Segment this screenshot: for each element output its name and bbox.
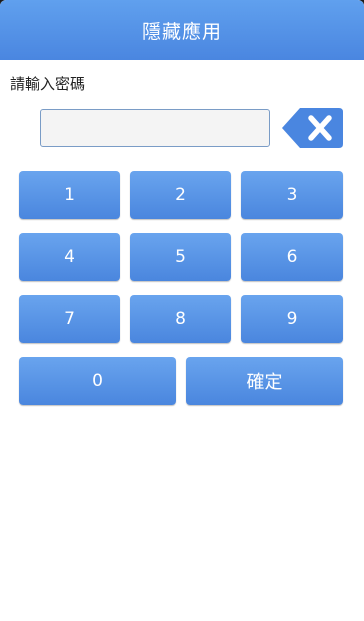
confirm-button[interactable]: 確定 (186, 357, 343, 405)
key-3[interactable]: 3 (241, 171, 343, 219)
key-9[interactable]: 9 (241, 295, 343, 343)
backspace-button[interactable] (282, 108, 343, 148)
page-title: 隱藏應用 (141, 20, 222, 43)
key-2[interactable]: 2 (130, 171, 231, 219)
key-6[interactable]: 6 (241, 233, 343, 281)
password-prompt: 請輸入密碼 (10, 75, 86, 93)
key-5[interactable]: 5 (130, 233, 231, 281)
key-0[interactable]: 0 (19, 357, 176, 405)
key-4[interactable]: 4 (19, 233, 120, 281)
key-8[interactable]: 8 (130, 295, 231, 343)
password-input[interactable] (40, 109, 270, 147)
app-screen: 隱藏應用 請輸入密碼 1 2 3 4 5 6 7 8 9 0 確定 (0, 0, 364, 621)
title-bar: 隱藏應用 (0, 0, 364, 60)
backspace-icon (282, 108, 343, 148)
key-1[interactable]: 1 (19, 171, 120, 219)
key-7[interactable]: 7 (19, 295, 120, 343)
